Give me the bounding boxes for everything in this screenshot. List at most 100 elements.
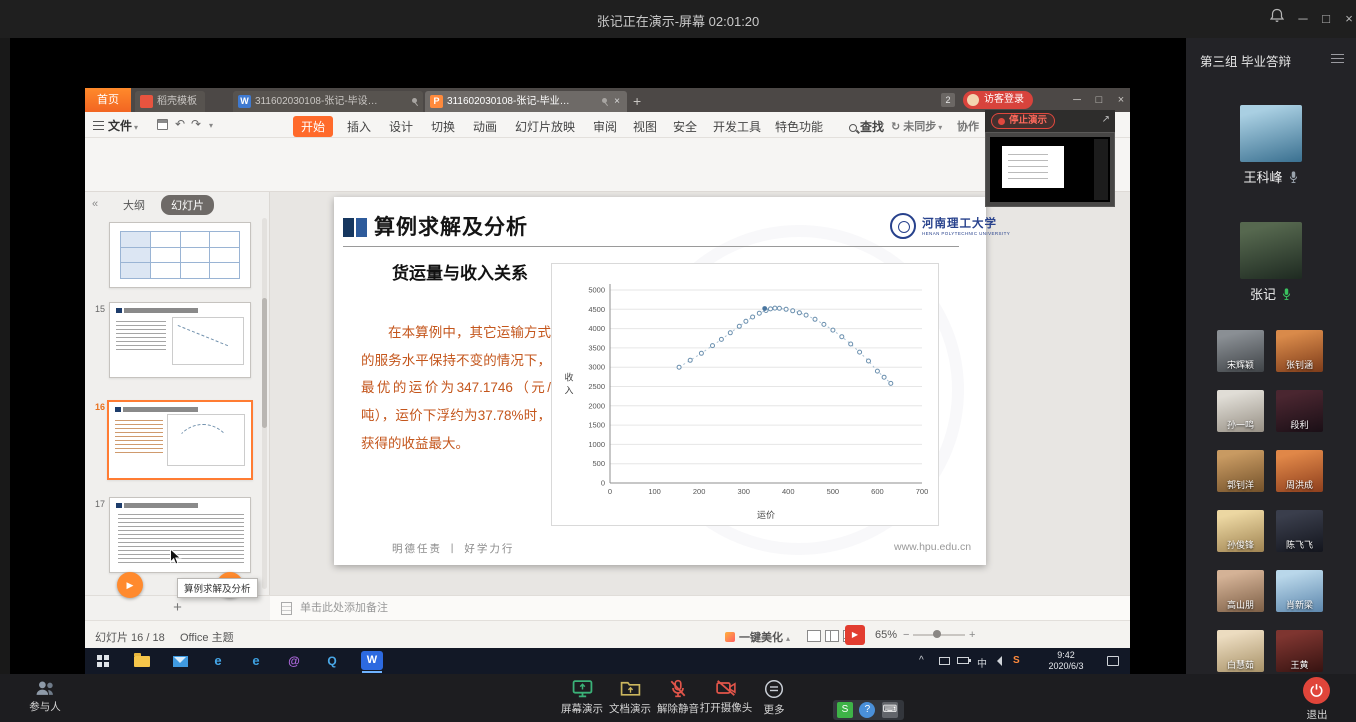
taskbar-clock[interactable]: 9:42 2020/6/3 [1035, 650, 1097, 672]
beautify-button[interactable]: 一键美化 [725, 629, 790, 645]
slide-thumbnail-15[interactable] [109, 302, 251, 378]
slide-sorter-icon[interactable] [825, 630, 839, 642]
participant-tile[interactable]: 王黄 [1276, 630, 1323, 672]
theme-name[interactable]: Office 主题 [180, 629, 234, 645]
slide-canvas[interactable]: 算例求解及分析 河南理工大学 HENAN POLYTECHNIC UNIVERS… [334, 197, 986, 565]
expand-icon[interactable]: ↗ [1102, 114, 1110, 125]
play-from-slide-button[interactable]: ▶ [117, 572, 143, 598]
ie-browser-icon[interactable]: e [241, 651, 271, 671]
zoom-out-button[interactable]: − [903, 629, 909, 641]
keyboard-icon[interactable]: ⌨ [882, 702, 898, 718]
zoom-slider-knob[interactable] [933, 630, 941, 638]
tab-count-badge[interactable]: 2 [941, 93, 955, 107]
thumbnail-chart [167, 414, 245, 466]
ime-toolbar[interactable]: S ? ⌨ [833, 700, 904, 720]
presentation-preview[interactable] [985, 132, 1115, 207]
participant-tile[interactable]: 高山朋 [1217, 570, 1264, 612]
participant-tile[interactable]: 张钊涵 [1276, 330, 1323, 372]
participant-tile[interactable]: 孙一鸣 [1217, 390, 1264, 432]
leave-meeting-button[interactable] [1303, 677, 1330, 704]
undo-icon[interactable]: ↶ [175, 117, 185, 131]
battery-tray-icon[interactable] [957, 657, 969, 664]
zoom-in-button[interactable]: + [969, 629, 975, 641]
notes-area[interactable]: 单击此处添加备注 [270, 595, 1130, 620]
outline-tab[interactable]: 大纲 [123, 197, 145, 213]
menu-review[interactable]: 审阅 [593, 118, 617, 135]
participant-tile[interactable]: 肖新梁 [1276, 570, 1323, 612]
participant-tile[interactable]: 段利 [1276, 390, 1323, 432]
file-explorer-icon[interactable] [127, 651, 157, 671]
svg-text:3000: 3000 [588, 363, 605, 372]
notifications-bell-icon[interactable] [1266, 8, 1288, 30]
participant-tile[interactable]: 陈飞飞 [1276, 510, 1323, 552]
video-tile-featured-1[interactable] [1240, 105, 1302, 162]
save-icon[interactable] [157, 119, 168, 130]
panel-scrollbar[interactable] [262, 218, 267, 589]
participants-button[interactable]: 参与人 [15, 679, 75, 714]
participant-tile[interactable]: 郭钊洋 [1217, 450, 1264, 492]
menu-view[interactable]: 视图 [633, 118, 657, 135]
menu-security[interactable]: 安全 [673, 118, 697, 135]
svg-text:收: 收 [564, 372, 573, 383]
menu-animation[interactable]: 动画 [473, 118, 497, 135]
menu-home[interactable]: 开始 [293, 116, 333, 137]
wps-close-button[interactable]: × [1110, 88, 1132, 112]
menu-insert[interactable]: 插入 [347, 118, 371, 135]
guest-login-button[interactable]: 访客登录 [963, 91, 1033, 109]
close-tab-icon[interactable]: × [612, 91, 622, 112]
menu-design[interactable]: 设计 [389, 118, 413, 135]
tab-thesis-document[interactable]: W 311602030108-张记-毕设终稿 [233, 91, 423, 112]
mic-active-icon [1281, 287, 1292, 301]
participant-tile[interactable]: 宋辉颖 [1217, 330, 1264, 372]
new-tab-button[interactable]: + [633, 91, 641, 112]
participant-tile[interactable]: 白慧茹 [1217, 630, 1264, 672]
file-menu[interactable]: 文件 [93, 117, 138, 134]
ime-indicator[interactable]: 中 [977, 655, 987, 670]
stop-presenting-button[interactable]: 停止演示 [991, 113, 1055, 129]
video-tile-featured-2[interactable] [1240, 222, 1302, 279]
slideshow-play-button[interactable]: ▶ [845, 625, 865, 645]
slide-thumbnail-14[interactable] [109, 222, 251, 288]
menu-features[interactable]: 特色功能 [775, 118, 823, 135]
quickbar-more-icon[interactable] [207, 117, 213, 131]
wps-minimize-button[interactable]: ─ [1066, 88, 1088, 112]
find-button[interactable]: 查找 [849, 118, 884, 135]
help-icon[interactable]: ? [859, 702, 875, 718]
sogou-tray-icon[interactable]: S [1013, 655, 1020, 666]
participant-tile[interactable]: 孙俊锋 [1217, 510, 1264, 552]
revenue-vs-price-chart[interactable]: 0500100015002000250030003500400045005000… [551, 263, 939, 526]
minimize-button[interactable]: ─ [1292, 8, 1314, 30]
action-center-icon[interactable] [1107, 656, 1119, 666]
menu-transition[interactable]: 切换 [431, 118, 455, 135]
tab-docer-templates[interactable]: 稻壳模板 [135, 91, 205, 112]
tab-defense-presentation[interactable]: P 311602030108-张记-毕业答辩 × [425, 91, 627, 112]
participant-tile[interactable]: 周洪成 [1276, 450, 1323, 492]
wps-restore-button[interactable]: □ [1088, 88, 1110, 112]
mail-app-icon[interactable] [165, 651, 195, 671]
collapse-panel-button[interactable]: « [92, 198, 98, 210]
sync-status[interactable]: ↻ 未同步 [891, 118, 942, 134]
slide-thumbnail-16[interactable] [107, 400, 253, 480]
maximize-button[interactable]: □ [1315, 8, 1337, 30]
normal-view-icon[interactable] [807, 630, 821, 642]
close-button[interactable]: × [1338, 8, 1356, 30]
display-tray-icon[interactable] [939, 657, 950, 665]
wps-home-tab[interactable]: 首页 [85, 88, 131, 112]
add-slide-button[interactable]: + [173, 596, 182, 620]
collaborate-button[interactable]: 协作 [957, 118, 979, 134]
scrollbar-thumb[interactable] [262, 298, 267, 428]
start-button[interactable] [97, 655, 109, 667]
edge-browser-icon[interactable]: e [203, 651, 233, 671]
browser-app-icon[interactable]: Q [317, 651, 347, 671]
menu-slideshow[interactable]: 幻灯片放映 [515, 118, 575, 135]
caj-viewer-icon[interactable]: @ [279, 651, 309, 671]
menu-devtools[interactable]: 开发工具 [713, 118, 761, 135]
sogou-ime-icon[interactable]: S [837, 702, 853, 718]
more-button[interactable]: 更多 [744, 679, 804, 717]
wps-taskbar-icon[interactable]: W [361, 651, 383, 670]
view-toggle-icon[interactable] [1331, 54, 1344, 63]
redo-icon[interactable]: ↷ [191, 117, 201, 131]
slides-tab[interactable]: 幻灯片 [161, 195, 214, 215]
volume-tray-icon[interactable] [997, 656, 1002, 666]
tray-expand-icon[interactable]: ^ [919, 655, 924, 666]
